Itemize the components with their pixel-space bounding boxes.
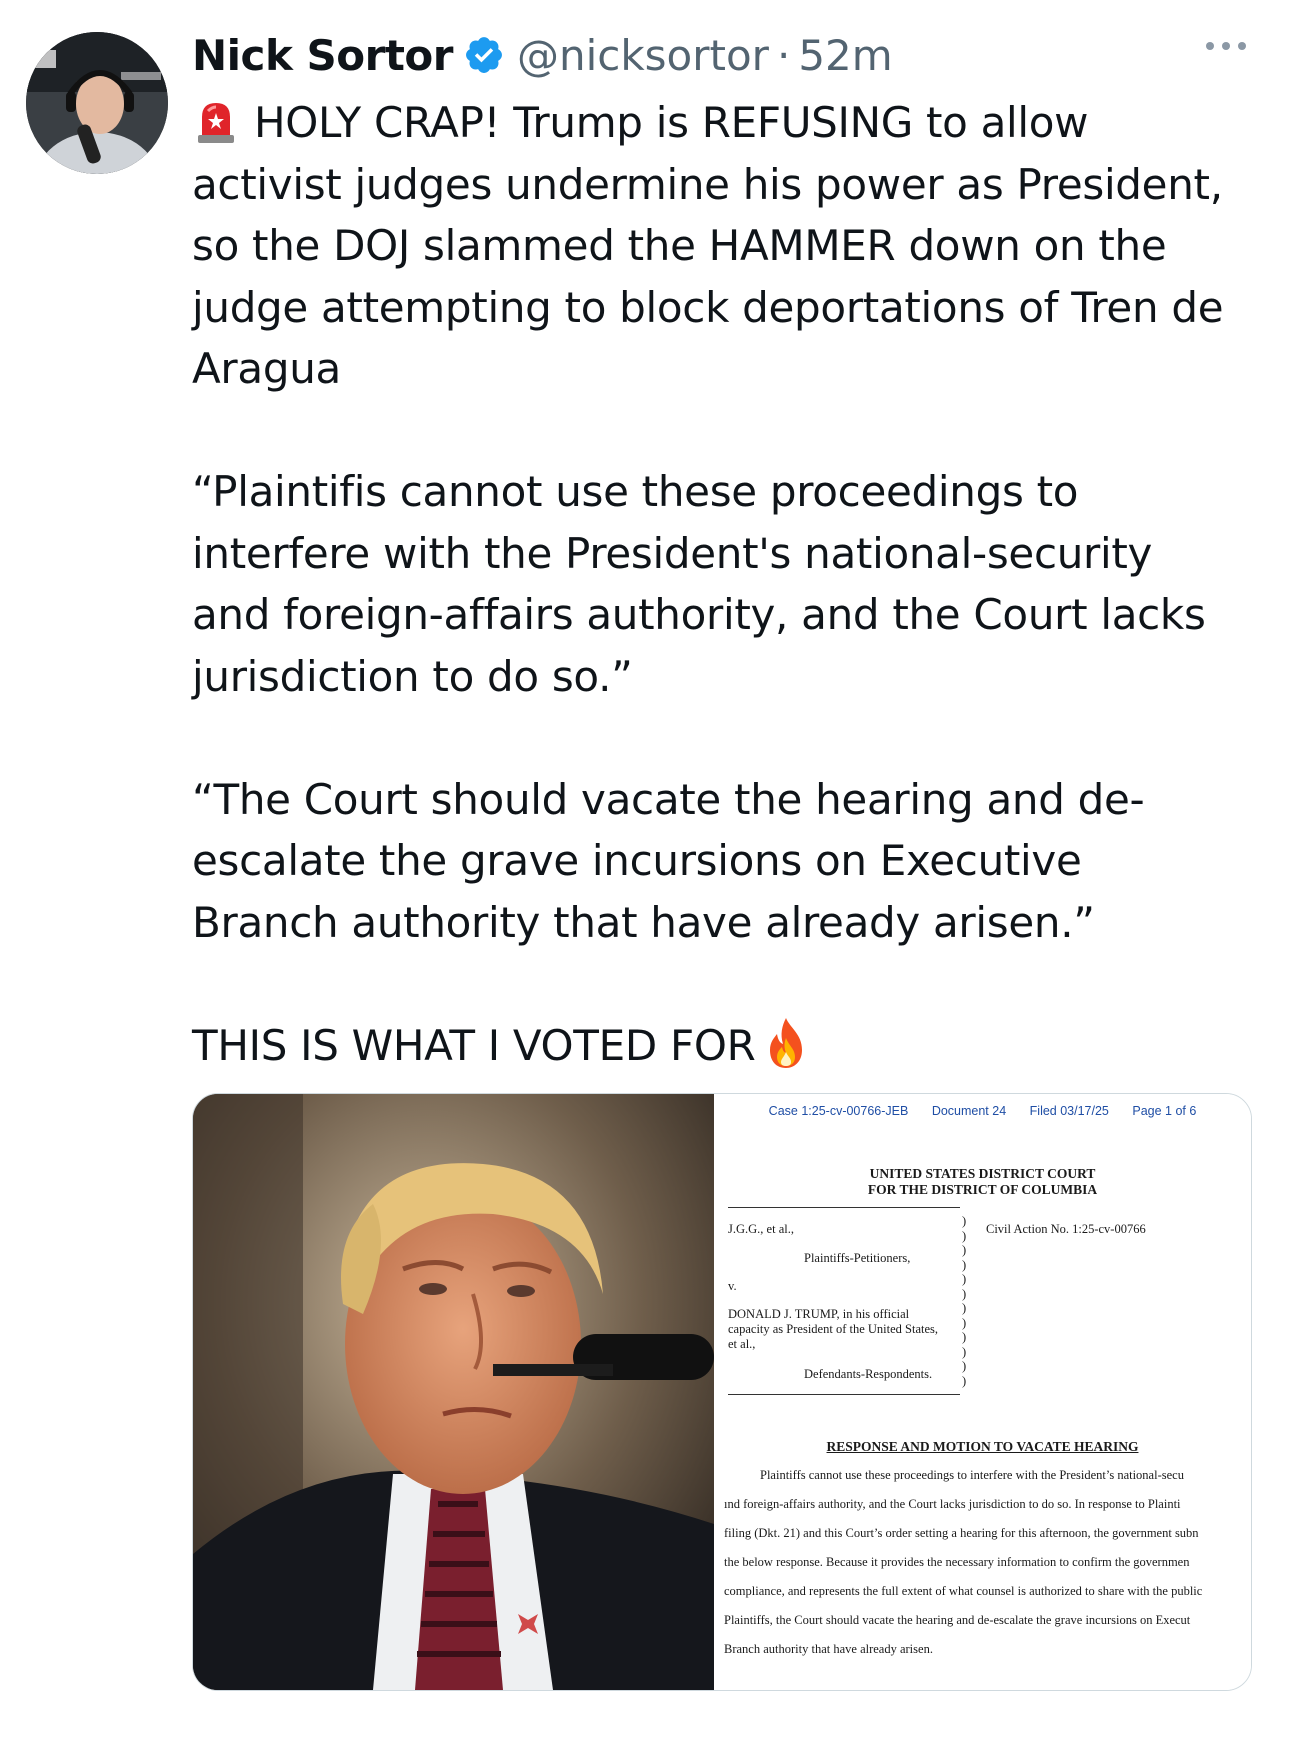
document-body-line: compliance, and represents the full exte… xyxy=(724,1584,1203,1598)
profile-photo xyxy=(26,32,168,174)
document-header: Case 1:25-cv-00766-JEB Document 24 Filed… xyxy=(714,1104,1251,1118)
caption-brackets: ) ) ) ) ) ) ) ) ) ) ) ) xyxy=(962,1214,967,1388)
document-body-line: the below response. Because it provides … xyxy=(724,1555,1190,1569)
document-number: Document 24 xyxy=(931,1104,1007,1118)
text-line: “The Court should vacate the hearing and… xyxy=(192,774,1145,824)
more-dots-icon[interactable] xyxy=(1202,36,1250,56)
document-body-line: Plaintiffs, the Court should vacate the … xyxy=(724,1613,1191,1627)
president-photo-image xyxy=(193,1094,714,1690)
document-title: RESPONSE AND MOTION TO VACATE HEARING xyxy=(826,1439,1139,1454)
document-body-line: filing (Dkt. 21) and this Court’s order … xyxy=(724,1526,1199,1540)
page-count: Page 1 of 6 xyxy=(1132,1104,1197,1118)
plaintiff-role: Plaintiffs-Petitioners, xyxy=(804,1251,911,1265)
text-line: interfere with the President's national-… xyxy=(192,528,1153,578)
court-document[interactable]: Case 1:25-cv-00766-JEB Document 24 Filed… xyxy=(714,1094,1251,1690)
text-line: so the DOJ slammed the HAMMER down on th… xyxy=(192,221,1167,270)
filed-date: Filed 03/17/25 xyxy=(1029,1104,1109,1118)
text-line: escalate the grave incursions on Executi… xyxy=(192,836,1082,885)
tweet-paragraph: “Plaintifis cannot use these proceedings… xyxy=(192,461,1262,707)
text-line: Branch authority that have already arise… xyxy=(192,897,1095,947)
text-line: jurisdiction to do so.” xyxy=(192,651,633,701)
text-line: THIS IS WHAT I VOTED FOR xyxy=(192,1020,756,1070)
civil-action-number: Civil Action No. 1:25-cv-00766 xyxy=(986,1222,1146,1236)
defendant-line: et al., xyxy=(728,1337,756,1351)
text-line: activist judges undermine his power as P… xyxy=(192,159,1223,209)
versus: v. xyxy=(728,1279,737,1293)
caption-rule xyxy=(728,1207,960,1208)
media-attachment[interactable]: Case 1:25-cv-00766-JEB Document 24 Filed… xyxy=(192,1093,1252,1691)
author-handle[interactable]: @nicksortor xyxy=(517,31,769,80)
text-line: Aragua xyxy=(192,344,341,393)
tweet-text: HOLY CRAP! Trump is REFUSING to allow ac… xyxy=(192,92,1262,1076)
document-body-line: Branch authority that have already arise… xyxy=(724,1642,933,1656)
tweet-paragraph: THIS IS WHAT I VOTED FOR xyxy=(192,1015,1262,1077)
author-name[interactable]: Nick Sortor xyxy=(192,31,453,80)
text-line: judge attempting to block deportations o… xyxy=(192,282,1224,332)
avatar[interactable] xyxy=(26,32,168,174)
defendant-line: capacity as President of the United Stat… xyxy=(728,1322,939,1336)
verified-badge-icon xyxy=(466,37,502,73)
header-separator: · xyxy=(776,30,791,80)
caption-rule xyxy=(728,1394,960,1395)
defendant-line: DONALD J. TRUMP, in his official xyxy=(728,1307,910,1321)
text-line: HOLY CRAP! Trump is REFUSING to allow xyxy=(254,98,1089,147)
president-photo[interactable] xyxy=(193,1094,714,1690)
tweet-paragraph: “The Court should vacate the hearing and… xyxy=(192,769,1262,954)
defendant-role: Defendants-Respondents. xyxy=(804,1367,933,1381)
siren-emoji-icon xyxy=(198,103,234,143)
fire-emoji-icon xyxy=(769,1017,802,1068)
timestamp[interactable]: 52m xyxy=(798,31,892,80)
text-line: “Plaintifis cannot use these proceedings… xyxy=(192,467,1079,516)
document-body-line: Plaintiffs cannot use these proceedings … xyxy=(760,1468,1184,1482)
tweet-paragraph: HOLY CRAP! Trump is REFUSING to allow ac… xyxy=(192,92,1262,400)
plaintiff-name: J.G.G., et al., xyxy=(728,1222,794,1236)
tweet-header: Nick Sortor @nicksortor · 52m xyxy=(192,22,1250,88)
document-body-line: ınd foreign-affairs authority, and the C… xyxy=(724,1497,1181,1511)
text-line: and foreign-affairs authority, and the C… xyxy=(192,590,1206,639)
case-number: Case 1:25-cv-00766-JEB xyxy=(768,1104,909,1118)
court-name: UNITED STATES DISTRICT COURT FOR THE DIS… xyxy=(867,1166,1098,1197)
